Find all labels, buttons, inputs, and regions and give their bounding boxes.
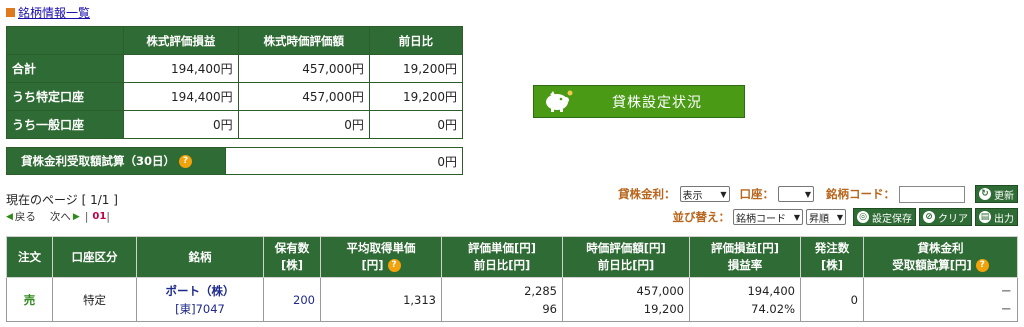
help-icon[interactable]: ?	[387, 259, 401, 272]
stock-name-link[interactable]: ポート（株）	[142, 282, 258, 300]
col-avg-cost: 平均取得単価 [円]?	[320, 236, 442, 278]
clear-button[interactable]: ⊘ クリア	[919, 208, 972, 226]
stock-list-link[interactable]: 銘柄情報一覧	[6, 4, 90, 21]
summary-header: 株式時価評価額	[237, 26, 370, 55]
code-input[interactable]	[899, 185, 965, 203]
print-icon: ▤	[979, 211, 991, 223]
help-icon[interactable]: ?	[975, 259, 989, 272]
refresh-button[interactable]: ↻ 更新	[975, 185, 1018, 203]
page-number[interactable]: 01	[92, 211, 106, 222]
lending-estimate-label: 貸株金利受取額試算（30日）	[21, 154, 176, 168]
holdings-header-row: 注文 口座区分 銘柄 保有数 [株] 平均取得単価 [円]? 評価単価[円] 前…	[6, 236, 1018, 278]
save-icon: ◎	[857, 211, 869, 223]
holdings-table: 注文 口座区分 銘柄 保有数 [株] 平均取得単価 [円]? 評価単価[円] 前…	[6, 236, 1018, 322]
code-label: 銘柄コード：	[826, 187, 895, 201]
market-value-cell: 457,000 19,200	[562, 277, 690, 322]
pager: ◀ 戻る 次へ ▶ | 01 |	[6, 209, 110, 224]
col-lend-rate: 貸株金利 受取額試算[円]?	[863, 236, 1018, 278]
chevron-down-icon: ▼	[804, 189, 811, 199]
page-info: 現在のページ [ 1/1 ]	[6, 193, 118, 207]
sort-label: 並び替え：	[672, 210, 731, 224]
col-unit-price: 評価単価[円] 前日比[円]	[441, 236, 563, 278]
pager-divider: |	[84, 210, 89, 223]
lending-estimate-row: 貸株金利受取額試算（30日） ? 0円	[6, 147, 463, 175]
summary-header: 株式評価損益	[123, 26, 239, 55]
help-icon[interactable]: ?	[179, 154, 193, 168]
piggy-bank-icon	[546, 90, 573, 112]
stock-code: [東]7047	[175, 301, 225, 316]
unit-price-cell: 2,285 96	[441, 277, 563, 322]
lending-status-button[interactable]: 貸株設定状況	[533, 85, 745, 118]
prev-link[interactable]: 戻る	[15, 209, 36, 224]
filter-row: 貸株金利： 表示 ▼ 口座： ▼ 銘柄コード： ↻ 更新	[618, 185, 1018, 203]
summary-corner	[6, 26, 124, 55]
col-order: 注文	[6, 236, 53, 278]
lend-rate-select[interactable]: 表示 ▼	[679, 186, 730, 202]
col-account: 口座区分	[52, 236, 137, 278]
clear-icon: ⊘	[923, 211, 935, 223]
chevron-down-icon: ▼	[793, 212, 800, 222]
account-select[interactable]: ▼	[778, 186, 814, 202]
pl-cell: 194,400 74.02%	[689, 277, 801, 322]
sort-order-select[interactable]: 昇順 ▼	[806, 209, 846, 225]
save-settings-button[interactable]: ◎ 設定保存	[853, 208, 916, 226]
chevron-down-icon: ▼	[720, 189, 727, 199]
lending-estimate-value: 0円	[225, 148, 462, 174]
sort-row: 並び替え： 銘柄コード ▼ 昇順 ▼ ◎ 設定保存 ⊘ クリア ▤ 出力	[672, 208, 1018, 226]
refresh-icon: ↻	[979, 188, 991, 200]
avg-cost: 1,313	[320, 277, 442, 322]
export-button[interactable]: ▤ 出力	[975, 208, 1018, 226]
col-market-value: 時価評価額[円] 前日比[円]	[562, 236, 690, 278]
col-order-qty: 発注数 [株]	[800, 236, 864, 278]
pager-divider: |	[106, 210, 110, 223]
account-type: 特定	[52, 277, 137, 322]
stock-cell: ポート（株） [東]7047	[136, 277, 264, 322]
next-link[interactable]: 次へ	[50, 209, 71, 224]
chevron-down-icon: ▼	[836, 212, 843, 222]
account-label: 口座：	[739, 187, 775, 201]
sell-link[interactable]: 売	[6, 277, 53, 322]
holding-qty: 200	[263, 277, 321, 322]
order-qty: 0	[800, 277, 864, 322]
sort-field-select[interactable]: 銘柄コード ▼	[733, 209, 803, 225]
lend-rate-label: 貸株金利：	[618, 187, 676, 201]
prev-arrow-icon: ◀	[6, 211, 13, 222]
summary-header: 前日比	[368, 26, 464, 55]
lending-status-label: 貸株設定状況	[612, 94, 702, 111]
col-qty: 保有数 [株]	[263, 236, 321, 278]
summary-table: 株式評価損益 株式時価評価額 前日比 合計 194,400円 457,000円 …	[6, 26, 464, 139]
table-row: 売 特定 ポート（株） [東]7047 200 1,313 2,285 96 4…	[6, 277, 1018, 322]
col-pl: 評価損益[円] 損益率	[689, 236, 801, 278]
summary-row-general: うち一般口座 0円 0円 0円	[6, 110, 464, 139]
summary-row-specific: うち特定口座 194,400円 457,000円 19,200円	[6, 82, 464, 111]
next-arrow-icon: ▶	[72, 211, 80, 222]
col-name: 銘柄	[136, 236, 264, 278]
lend-rate-cell: － －	[863, 277, 1018, 322]
square-bullet-icon	[6, 8, 15, 17]
summary-row-total: 合計 194,400円 457,000円 19,200円	[6, 54, 464, 83]
